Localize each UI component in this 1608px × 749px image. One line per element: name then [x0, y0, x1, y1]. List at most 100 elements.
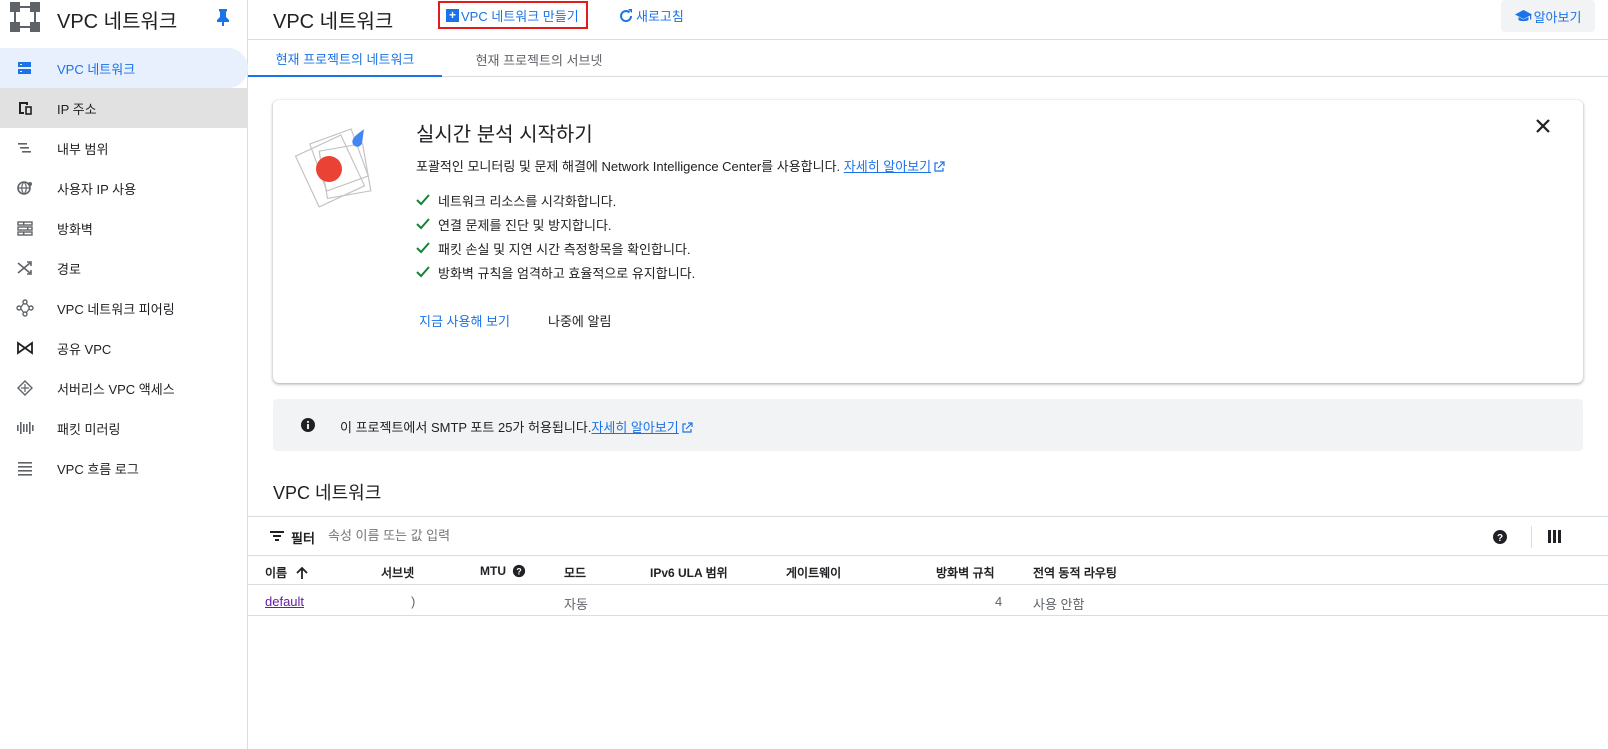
promo-description-text: 포괄적인 모니터링 및 문제 해결에 Network Intelligence …: [416, 159, 841, 174]
shared-vpc-icon: [17, 341, 33, 355]
add-box-icon: +: [446, 8, 459, 22]
external-link-icon: [682, 422, 693, 433]
sidebar-item-internal-range[interactable]: 내부 범위: [0, 128, 248, 168]
page-title: VPC 네트워크: [273, 11, 394, 33]
filter-icon: [270, 531, 284, 541]
column-header-ipv6-ula[interactable]: IPv6 ULA 범위: [650, 564, 728, 581]
promo-learn-more-link[interactable]: 자세히 알아보기: [844, 159, 931, 174]
check-icon: [416, 266, 430, 278]
sidebar-item-flow-logs[interactable]: VPC 흐름 로그: [0, 448, 248, 488]
tab-label: 현재 프로젝트의 네트워크: [275, 51, 415, 67]
column-header-firewall-rules[interactable]: 방화벽 규칙: [936, 564, 995, 581]
main-content: VPC 네트워크 + VPC 네트워크 만들기 새로고침 알아보기 현재 프로젝…: [248, 0, 1608, 749]
sidebar-item-label: IP 주소: [57, 101, 97, 117]
sidebar-nav: VPC 네트워크 IP 주소 내부 범위 사용자 IP 사용 방화벽 경로 VP…: [0, 48, 248, 488]
promo-title: 실시간 분석 시작하기: [416, 124, 593, 146]
column-display-icon[interactable]: [1548, 530, 1561, 543]
benefit-text: 방화벽 규칙을 엄격하고 효율적으로 유지합니다.: [438, 265, 696, 281]
svg-text:?: ?: [1497, 533, 1503, 544]
help-icon[interactable]: ?: [512, 564, 526, 578]
sidebar-item-routes[interactable]: 경로: [0, 248, 248, 288]
sidebar-item-peering[interactable]: VPC 네트워크 피어링: [0, 288, 248, 328]
column-header-global-routing[interactable]: 전역 동적 라우팅: [1033, 564, 1117, 581]
refresh-icon: [620, 8, 633, 22]
divider: [1531, 526, 1532, 548]
global-routing-cell: 사용 안함: [1033, 597, 1085, 612]
banner-message: 이 프로젝트에서 SMTP 포트 25가 허용됩니다.자세히 알아보기: [340, 417, 693, 436]
benefit-text: 네트워크 리소스를 시각화합니다.: [438, 193, 617, 209]
sidebar-item-shared-vpc[interactable]: 공유 VPC: [0, 328, 248, 368]
sidebar-item-label: VPC 네트워크: [57, 61, 136, 77]
learn-button[interactable]: 알아보기: [1501, 0, 1595, 32]
filter-label: 필터: [291, 531, 315, 546]
create-vpc-network-label: VPC 네트워크 만들기: [461, 8, 579, 24]
sidebar-item-firewall[interactable]: 방화벽: [0, 208, 248, 248]
internal-range-icon: [18, 143, 31, 153]
info-icon: [301, 418, 315, 432]
promo-illustration: [295, 128, 372, 208]
sidebar-item-ip-address[interactable]: IP 주소: [0, 88, 248, 128]
filter-input[interactable]: [328, 528, 628, 543]
close-icon[interactable]: [1535, 118, 1551, 134]
tab-subnets-in-project[interactable]: 현재 프로젝트의 서브넷: [444, 41, 634, 77]
page-header: VPC 네트워크 + VPC 네트워크 만들기 새로고침 알아보기: [248, 0, 1608, 40]
network-intelligence-promo-card: 실시간 분석 시작하기 포괄적인 모니터링 및 문제 해결에 Network I…: [273, 100, 1583, 383]
tab-bar: 현재 프로젝트의 네트워크 현재 프로젝트의 서브넷: [248, 41, 1608, 77]
sidebar-item-byoip[interactable]: 사용자 IP 사용: [0, 168, 248, 208]
column-header-mode[interactable]: 모드: [564, 564, 586, 581]
refresh-button[interactable]: 새로고침: [618, 6, 684, 25]
sidebar-item-label: 서버리스 VPC 액세스: [57, 381, 175, 397]
list-item: 네트워크 리소스를 시각화합니다.: [416, 188, 695, 212]
check-icon: [416, 218, 430, 230]
school-icon: [1514, 10, 1532, 22]
svg-text:?: ?: [516, 567, 521, 577]
section-title: VPC 네트워크: [273, 483, 382, 503]
column-header-label: 모드: [564, 566, 587, 580]
sidebar-item-label: 사용자 IP 사용: [57, 181, 137, 197]
remind-later-button[interactable]: 나중에 알림: [548, 311, 611, 330]
list-item: 방화벽 규칙을 엄격하고 효율적으로 유지합니다.: [416, 260, 695, 284]
column-header-label: 전역 동적 라우팅: [1033, 566, 1117, 580]
sidebar-item-vpc-network[interactable]: VPC 네트워크: [0, 48, 248, 88]
mode-cell: 자동: [564, 597, 588, 612]
tab-networks-in-project[interactable]: 현재 프로젝트의 네트워크: [248, 41, 442, 77]
subnet-cell[interactable]: ): [411, 594, 415, 609]
network-name-link[interactable]: default: [265, 594, 304, 609]
sidebar-item-label: 내부 범위: [57, 141, 109, 157]
column-header-name[interactable]: 이름: [265, 564, 309, 581]
sidebar-item-label: 경로: [57, 261, 81, 277]
sidebar-item-serverless[interactable]: 서버리스 VPC 액세스: [0, 368, 248, 408]
packet-mirroring-icon: [17, 422, 34, 434]
list-item: 연결 문제를 진단 및 방지합니다.: [416, 212, 695, 236]
create-vpc-network-button[interactable]: + VPC 네트워크 만들기: [438, 1, 588, 29]
sidebar-item-label: VPC 네트워크 피어링: [57, 301, 175, 317]
table-row: default ) 자동 4 사용 안함: [248, 586, 1608, 616]
external-link-icon: [934, 161, 945, 172]
peering-icon: [16, 299, 34, 317]
firewall-icon: [17, 221, 33, 236]
sidebar: VPC 네트워크 VPC 네트워크 IP 주소 내부 범위 사용자 IP 사용 …: [0, 0, 248, 749]
column-header-label: IPv6 ULA 범위: [650, 566, 728, 580]
vpc-network-icon: [18, 62, 31, 74]
column-header-subnet[interactable]: 서브넷: [381, 564, 414, 581]
help-icon[interactable]: ?: [1492, 529, 1508, 545]
pin-icon[interactable]: [216, 8, 230, 26]
check-icon: [416, 194, 430, 206]
sidebar-item-packet-mirroring[interactable]: 패킷 미러링: [0, 408, 248, 448]
tab-label: 현재 프로젝트의 서브넷: [475, 52, 603, 68]
flow-logs-icon: [18, 462, 32, 476]
table-header: 이름 서브넷 MTU ? 모드 IPv6 ULA 범위 게이트웨이 방화벽 규칙…: [248, 557, 1608, 585]
sidebar-item-label: VPC 흐름 로그: [57, 461, 139, 477]
ip-address-icon: [19, 102, 32, 115]
promo-description: 포괄적인 모니터링 및 문제 해결에 Network Intelligence …: [416, 156, 945, 175]
banner-learn-more-link[interactable]: 자세히 알아보기: [591, 420, 678, 435]
try-now-button[interactable]: 지금 사용해 보기: [419, 311, 510, 330]
promo-benefits-list: 네트워크 리소스를 시각화합니다. 연결 문제를 진단 및 방지합니다. 패킷 …: [416, 188, 695, 284]
filter-bar: 필터 ?: [248, 516, 1608, 556]
benefit-text: 연결 문제를 진단 및 방지합니다.: [438, 217, 612, 233]
firewall-rules-cell: 4: [995, 594, 1003, 609]
column-header-gateway[interactable]: 게이트웨이: [786, 564, 841, 581]
column-header-mtu[interactable]: MTU ?: [480, 564, 526, 578]
globe-icon: [17, 181, 32, 195]
sidebar-item-label: 패킷 미러링: [57, 421, 121, 437]
